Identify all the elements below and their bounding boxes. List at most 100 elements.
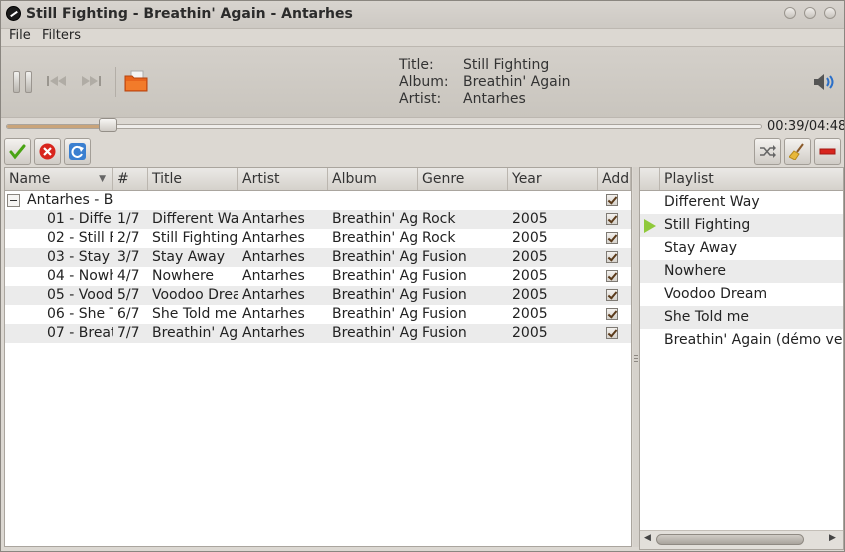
add-checkbox[interactable] (606, 251, 618, 263)
track-year: 2005 (512, 287, 548, 303)
accept-button[interactable] (4, 138, 31, 165)
playlist-item[interactable]: Nowhere (640, 260, 843, 283)
table-row[interactable]: 03 - Stay A3/7 Stay Away Antarhes Breathin'… (5, 248, 631, 267)
add-checkbox[interactable] (606, 194, 618, 206)
add-checkbox[interactable] (606, 289, 618, 301)
collapse-icon[interactable] (7, 194, 20, 207)
playlist-header-label[interactable]: Playlist (664, 168, 714, 190)
shuffle-button[interactable] (754, 138, 781, 165)
track-title: Different Way (152, 211, 238, 227)
column-artist[interactable]: Artist (238, 168, 328, 190)
track-name: 03 - Stay A (47, 249, 113, 265)
playlist-item[interactable]: Still Fighting (640, 214, 843, 237)
track-year: 2005 (512, 249, 548, 265)
menu-filters[interactable]: Filters (42, 28, 81, 43)
table-row[interactable]: 01 - Differ1/7 Different WayAntarhes Breat… (5, 210, 631, 229)
minimize-button[interactable] (784, 7, 796, 19)
time-display: 00:39/04:48 (767, 119, 845, 134)
track-name: 04 - Nowh (47, 268, 113, 284)
track-name: 07 - Breat (47, 325, 113, 341)
toolbar-separator (115, 67, 116, 97)
menu-file[interactable]: File (9, 28, 31, 43)
track-album: Breathin' Aga (332, 249, 418, 265)
title-label: Title: (399, 57, 434, 73)
pause-button[interactable] (13, 71, 33, 93)
column-add[interactable]: Add (598, 168, 631, 190)
album-label: Album: (399, 74, 449, 90)
track-artist: Antarhes (242, 249, 305, 265)
seek-progress (7, 125, 110, 128)
table-row[interactable]: 05 - Voodo5/7 Voodoo DreanAntarhes Breathi… (5, 286, 631, 305)
scroll-right-icon[interactable]: ▶ (829, 533, 836, 543)
track-genre: Rock (422, 211, 456, 227)
column-album[interactable]: Album (328, 168, 418, 190)
column-year[interactable]: Year (508, 168, 598, 190)
track-genre: Rock (422, 230, 456, 246)
track-artist: Antarhes (242, 211, 305, 227)
column-number[interactable]: # (113, 168, 148, 190)
add-checkbox[interactable] (606, 308, 618, 320)
volume-button[interactable] (813, 73, 835, 91)
table-row[interactable]: 06 - She To6/7 She Told meAntarhes Breathi… (5, 305, 631, 324)
track-genre: Fusion (422, 306, 467, 322)
track-genre: Fusion (422, 287, 467, 303)
track-album: Breathin' Aga (332, 306, 418, 322)
track-genre: Fusion (422, 249, 467, 265)
remove-icon (819, 148, 836, 155)
playlist-item[interactable]: Stay Away (640, 237, 843, 260)
title-bar: Still Fighting - Breathin' Again - Antar… (1, 1, 844, 29)
add-checkbox[interactable] (606, 213, 618, 225)
scrollbar-thumb[interactable] (656, 534, 804, 545)
splitter-grip (634, 358, 638, 359)
broom-icon (789, 143, 804, 160)
playlist-item[interactable]: She Told me (640, 306, 843, 329)
refresh-button[interactable] (64, 138, 91, 165)
close-button[interactable] (824, 7, 836, 19)
scroll-left-icon[interactable]: ◀ (644, 533, 651, 543)
track-album: Breathin' Aga (332, 211, 418, 227)
now-playing-title: Still Fighting (463, 57, 550, 73)
track-number: 2/7 (117, 230, 140, 246)
next-icon (82, 76, 101, 86)
table-row[interactable]: 04 - Nowh 4/7 Nowhere Antarhes Breathin' Aga… (5, 267, 631, 286)
playlist-item[interactable]: Breathin' Again (démo vers (640, 329, 843, 352)
playlist-item[interactable]: Voodoo Dream (640, 283, 843, 306)
playlist-horizontal-scrollbar[interactable]: ◀ ▶ (640, 530, 843, 549)
seek-slider[interactable] (6, 124, 762, 129)
track-artist: Antarhes (242, 230, 305, 246)
column-title[interactable]: Title (148, 168, 238, 190)
add-checkbox[interactable] (606, 232, 618, 244)
track-album: Breathin' Aga (332, 325, 418, 341)
track-album: Breathin' Aga (332, 230, 418, 246)
clear-playlist-button[interactable] (784, 138, 811, 165)
previous-track-button[interactable] (45, 73, 71, 91)
add-checkbox[interactable] (606, 327, 618, 339)
playlist-item[interactable]: Different Way (640, 191, 843, 214)
now-playing-artist: Antarhes (463, 91, 526, 107)
next-track-button[interactable] (79, 73, 105, 91)
seek-handle[interactable] (99, 118, 118, 132)
remove-button[interactable] (814, 138, 841, 165)
table-row[interactable]: 02 - Still F 2/7 Still Fighting Antarhes Bre… (5, 229, 631, 248)
track-year: 2005 (512, 230, 548, 246)
cancel-button[interactable] (34, 138, 61, 165)
table-row[interactable]: 07 - Breat 7/7 Breathin' Aga Antarhes Breath… (5, 324, 631, 343)
track-number: 4/7 (117, 268, 140, 284)
album-group-row[interactable]: Antarhes - Br (5, 191, 631, 210)
cancel-icon (39, 143, 56, 160)
playlist-item-label: Voodoo Dream (664, 286, 768, 302)
group-name: Antarhes - Br (27, 192, 113, 208)
maximize-button[interactable] (804, 7, 816, 19)
open-file-button[interactable] (124, 70, 149, 92)
shuffle-icon (760, 145, 776, 158)
track-year: 2005 (512, 211, 548, 227)
track-title: Voodoo Drean (152, 287, 238, 303)
add-checkbox[interactable] (606, 270, 618, 282)
playlist-header: Playlist (640, 168, 843, 191)
column-genre[interactable]: Genre (418, 168, 508, 190)
column-name-label: Name (9, 171, 51, 187)
menu-bar: File Filters (1, 28, 844, 46)
column-name[interactable]: Name ▼ (5, 168, 113, 190)
app-window: Still Fighting - Breathin' Again - Antar… (0, 0, 845, 552)
track-number: 6/7 (117, 306, 140, 322)
